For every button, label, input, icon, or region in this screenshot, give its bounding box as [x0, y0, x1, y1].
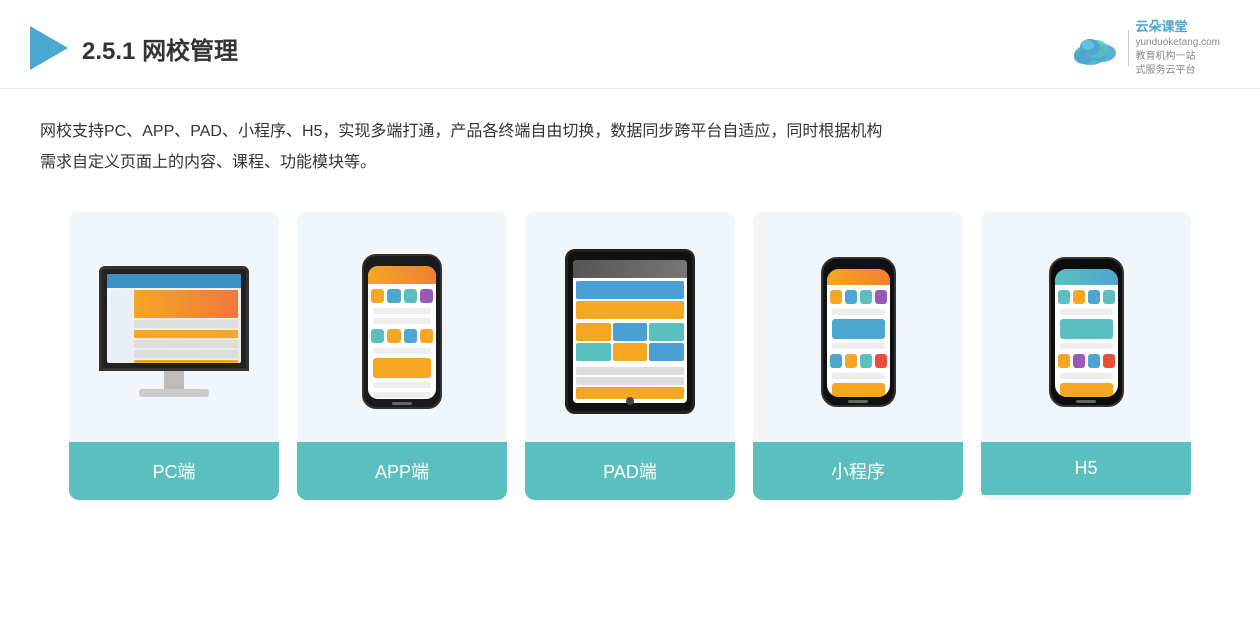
app-label: APP端 [297, 442, 507, 500]
description-line2: 需求自定义页面上的内容、课程、功能模块等。 [40, 148, 1220, 178]
description-line1: 网校支持PC、APP、PAD、小程序、H5，实现多端打通，产品各终端自由切换，数… [40, 117, 1220, 147]
pc-label: PC端 [69, 442, 279, 500]
device-card-pc: PC端 [69, 212, 279, 500]
app-image-area [297, 212, 507, 442]
device-card-pad: PAD端 [525, 212, 735, 500]
brand-divider [1128, 30, 1129, 66]
pc-image-area [69, 212, 279, 442]
miniapp-phone-icon [821, 257, 896, 407]
pad-tablet-icon [565, 249, 695, 414]
app-phone-icon [362, 254, 442, 409]
page-title: 2.5.1 网校管理 [82, 31, 238, 66]
device-card-miniapp: 小程序 [753, 212, 963, 500]
miniapp-label: 小程序 [753, 442, 963, 500]
brand-logo: 云朵课堂 yunduoketang.com 教育机构一站式服务云平台 [1070, 18, 1220, 78]
page-header: 2.5.1 网校管理 云朵课堂 yunduoketang.com 教育机构一站式… [0, 0, 1260, 89]
brand-text: 云朵课堂 yunduoketang.com 教育机构一站式服务云平台 [1135, 18, 1220, 78]
logo-triangle-icon [30, 26, 68, 70]
device-card-app: APP端 [297, 212, 507, 500]
device-cards-section: PC端 [0, 192, 1260, 530]
miniapp-image-area [753, 212, 963, 442]
header-left: 2.5.1 网校管理 [30, 26, 238, 70]
device-card-h5: H5 [981, 212, 1191, 500]
h5-phone-icon [1049, 257, 1124, 407]
description-text: 网校支持PC、APP、PAD、小程序、H5，实现多端打通，产品各终端自由切换，数… [0, 89, 1260, 192]
pc-monitor-icon [99, 266, 249, 397]
h5-image-area [981, 212, 1191, 442]
pad-label: PAD端 [525, 442, 735, 500]
cloud-icon [1070, 29, 1122, 67]
pad-image-area [525, 212, 735, 442]
h5-label: H5 [981, 442, 1191, 495]
